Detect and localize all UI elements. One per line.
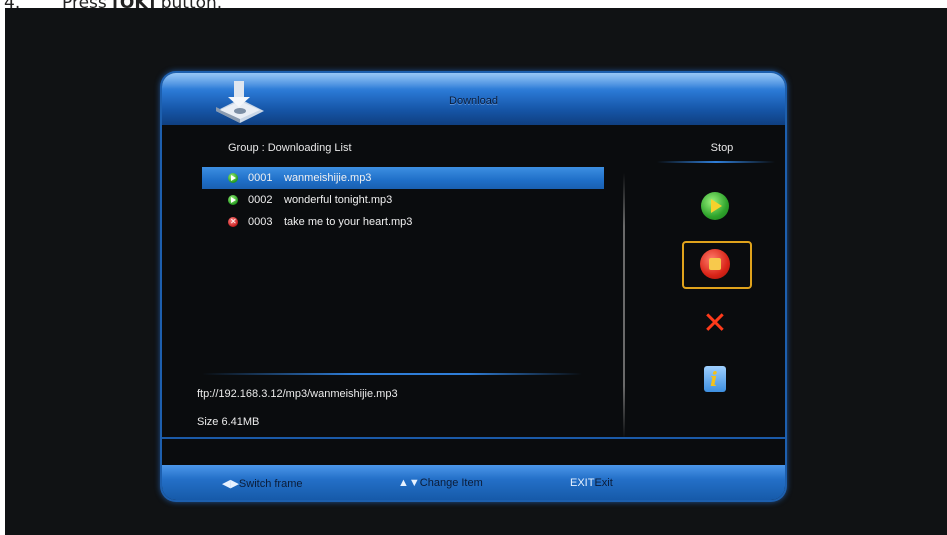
vertical-divider [623, 173, 625, 439]
play-status-icon [228, 173, 238, 183]
group-label: Group : Downloading List [228, 142, 352, 154]
play-status-icon [228, 195, 238, 205]
footer-bar: ◀▶Switch frame ▲▼Change Item EXITExit [162, 465, 785, 500]
delete-button[interactable]: ✕ [702, 309, 728, 339]
hint-label: Change Item [419, 477, 483, 489]
stop-button[interactable] [700, 249, 730, 279]
hint-change-item: ▲▼Change Item [398, 477, 483, 489]
download-window: Download Group : Downloading List 0001 w… [162, 73, 785, 500]
hint-exit: EXITExit [570, 477, 613, 489]
error-status-icon: ✕ [228, 217, 238, 227]
exit-key: EXIT [570, 477, 595, 489]
divider [202, 373, 582, 375]
list-item[interactable]: 0002 wonderful tonight.mp3 [202, 189, 604, 211]
delete-icon: ✕ [702, 306, 728, 341]
window-title: Download [449, 95, 498, 107]
play-button[interactable] [701, 192, 729, 220]
hint-switch-frame: ◀▶Switch frame [222, 477, 303, 490]
item-name: wanmeishijie.mp3 [284, 172, 372, 184]
hint-label: Switch frame [238, 478, 303, 490]
action-divider [657, 161, 775, 163]
up-down-arrow-icon: ▲▼ [398, 477, 420, 489]
play-icon [711, 199, 722, 213]
download-list: 0001 wanmeishijie.mp3 0002 wonderful ton… [202, 167, 604, 233]
hint-label: Exit [594, 477, 613, 489]
tv-screen: Download Group : Downloading List 0001 w… [5, 8, 947, 535]
item-name: wonderful tonight.mp3 [284, 194, 393, 206]
item-id: 0002 [248, 194, 273, 206]
item-name: take me to your heart.mp3 [284, 216, 413, 228]
file-url: ftp://192.168.3.12/mp3/wanmeishijie.mp3 [197, 388, 398, 400]
action-label: Stop [710, 142, 734, 154]
info-button[interactable]: i [704, 366, 726, 392]
title-bar: Download [162, 73, 785, 125]
list-item[interactable]: ✕ 0003 take me to your heart.mp3 [202, 211, 604, 233]
left-right-arrow-icon: ◀▶ [222, 478, 239, 490]
stop-icon [709, 258, 721, 270]
bottom-divider [162, 437, 785, 439]
item-id: 0003 [248, 216, 273, 228]
file-size: Size 6.41MB [197, 416, 260, 428]
list-item[interactable]: 0001 wanmeishijie.mp3 [202, 167, 604, 189]
item-id: 0001 [248, 172, 273, 184]
info-icon: i [710, 367, 718, 391]
